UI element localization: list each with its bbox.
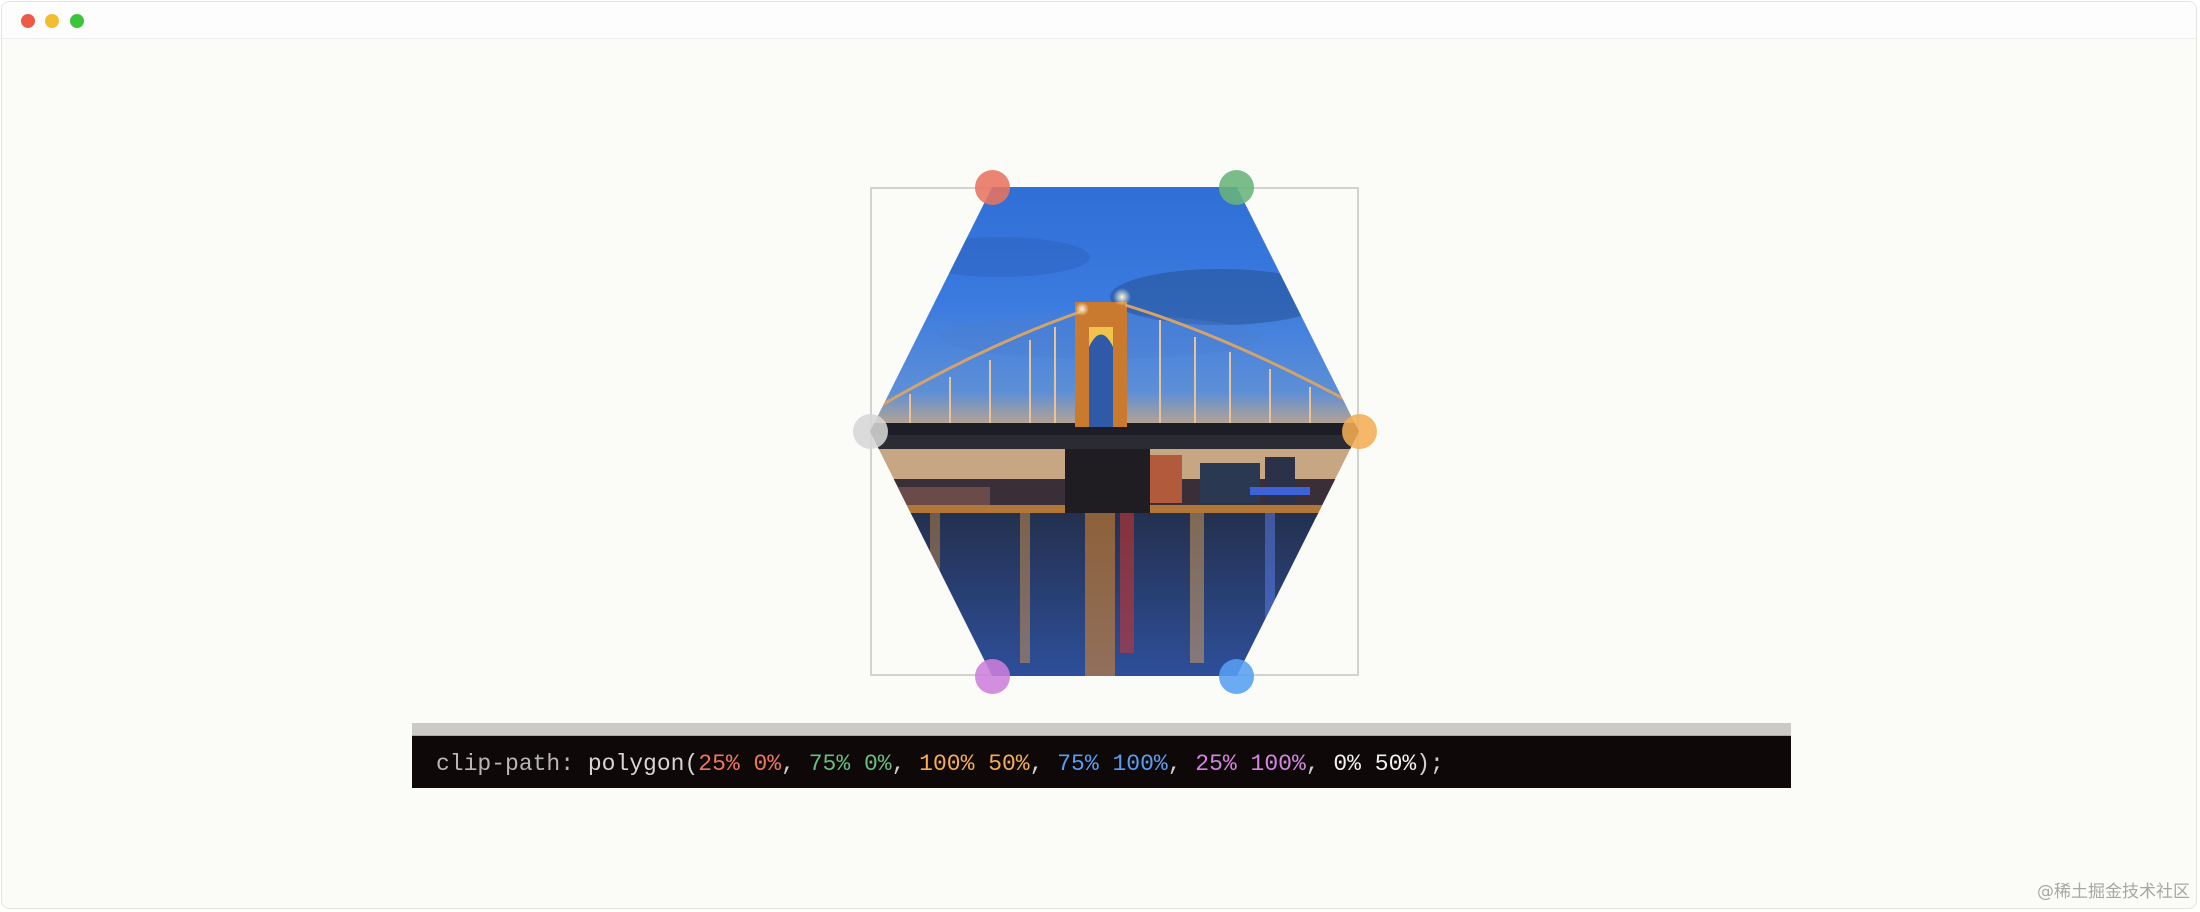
- point-6-y: 50%: [1374, 751, 1417, 777]
- minimize-window-button[interactable]: [45, 14, 59, 28]
- close-window-button[interactable]: [21, 14, 35, 28]
- css-code-panel: clip-path: polygon(25% 0%, 75% 0%, 100% …: [412, 723, 1791, 788]
- point-separator: ,: [891, 751, 920, 777]
- maximize-window-button[interactable]: [70, 14, 84, 28]
- clipped-bridge-photo: [870, 187, 1359, 676]
- site-watermark: @稀土掘金技术社区: [2037, 882, 2190, 902]
- css-property-name: clip-path:: [436, 751, 575, 777]
- point-1-y: 0%: [753, 751, 782, 777]
- polygon-point-handle[interactable]: [1219, 169, 1255, 205]
- polygon-point-handle[interactable]: [974, 169, 1010, 205]
- polygon-function-close: );: [1416, 751, 1444, 777]
- polygon-point-handle[interactable]: [974, 658, 1010, 694]
- point-5-y: 100%: [1250, 751, 1306, 777]
- point-3-y: 50%: [988, 751, 1030, 777]
- point-5-x: 25%: [1195, 751, 1237, 777]
- polygon-point-handle[interactable]: [1219, 658, 1255, 694]
- window-titlebar: [2, 2, 2196, 39]
- point-separator: ,: [1167, 751, 1196, 777]
- point-6-x: 0%: [1333, 751, 1361, 777]
- polygon-point-handle[interactable]: [1341, 414, 1377, 449]
- point-separator: ,: [781, 751, 809, 777]
- code-panel-top-strip: [412, 723, 1791, 736]
- point-2-y: 0%: [863, 751, 892, 777]
- clip-path-code: clip-path: polygon(25% 0%, 75% 0%, 100% …: [436, 750, 1444, 778]
- point-1-x: 25%: [698, 751, 740, 777]
- polygon-point-handle[interactable]: [852, 414, 888, 449]
- point-2-x: 75%: [808, 751, 851, 777]
- point-separator: ,: [1305, 751, 1334, 777]
- point-separator: ,: [1029, 751, 1058, 777]
- point-4-y: 100%: [1112, 751, 1168, 777]
- point-3-x: 100%: [919, 751, 975, 777]
- point-4-x: 75%: [1057, 751, 1099, 777]
- polygon-function-open: polygon(: [587, 751, 699, 777]
- browser-window: clip-path: polygon(25% 0%, 75% 0%, 100% …: [1, 1, 2197, 909]
